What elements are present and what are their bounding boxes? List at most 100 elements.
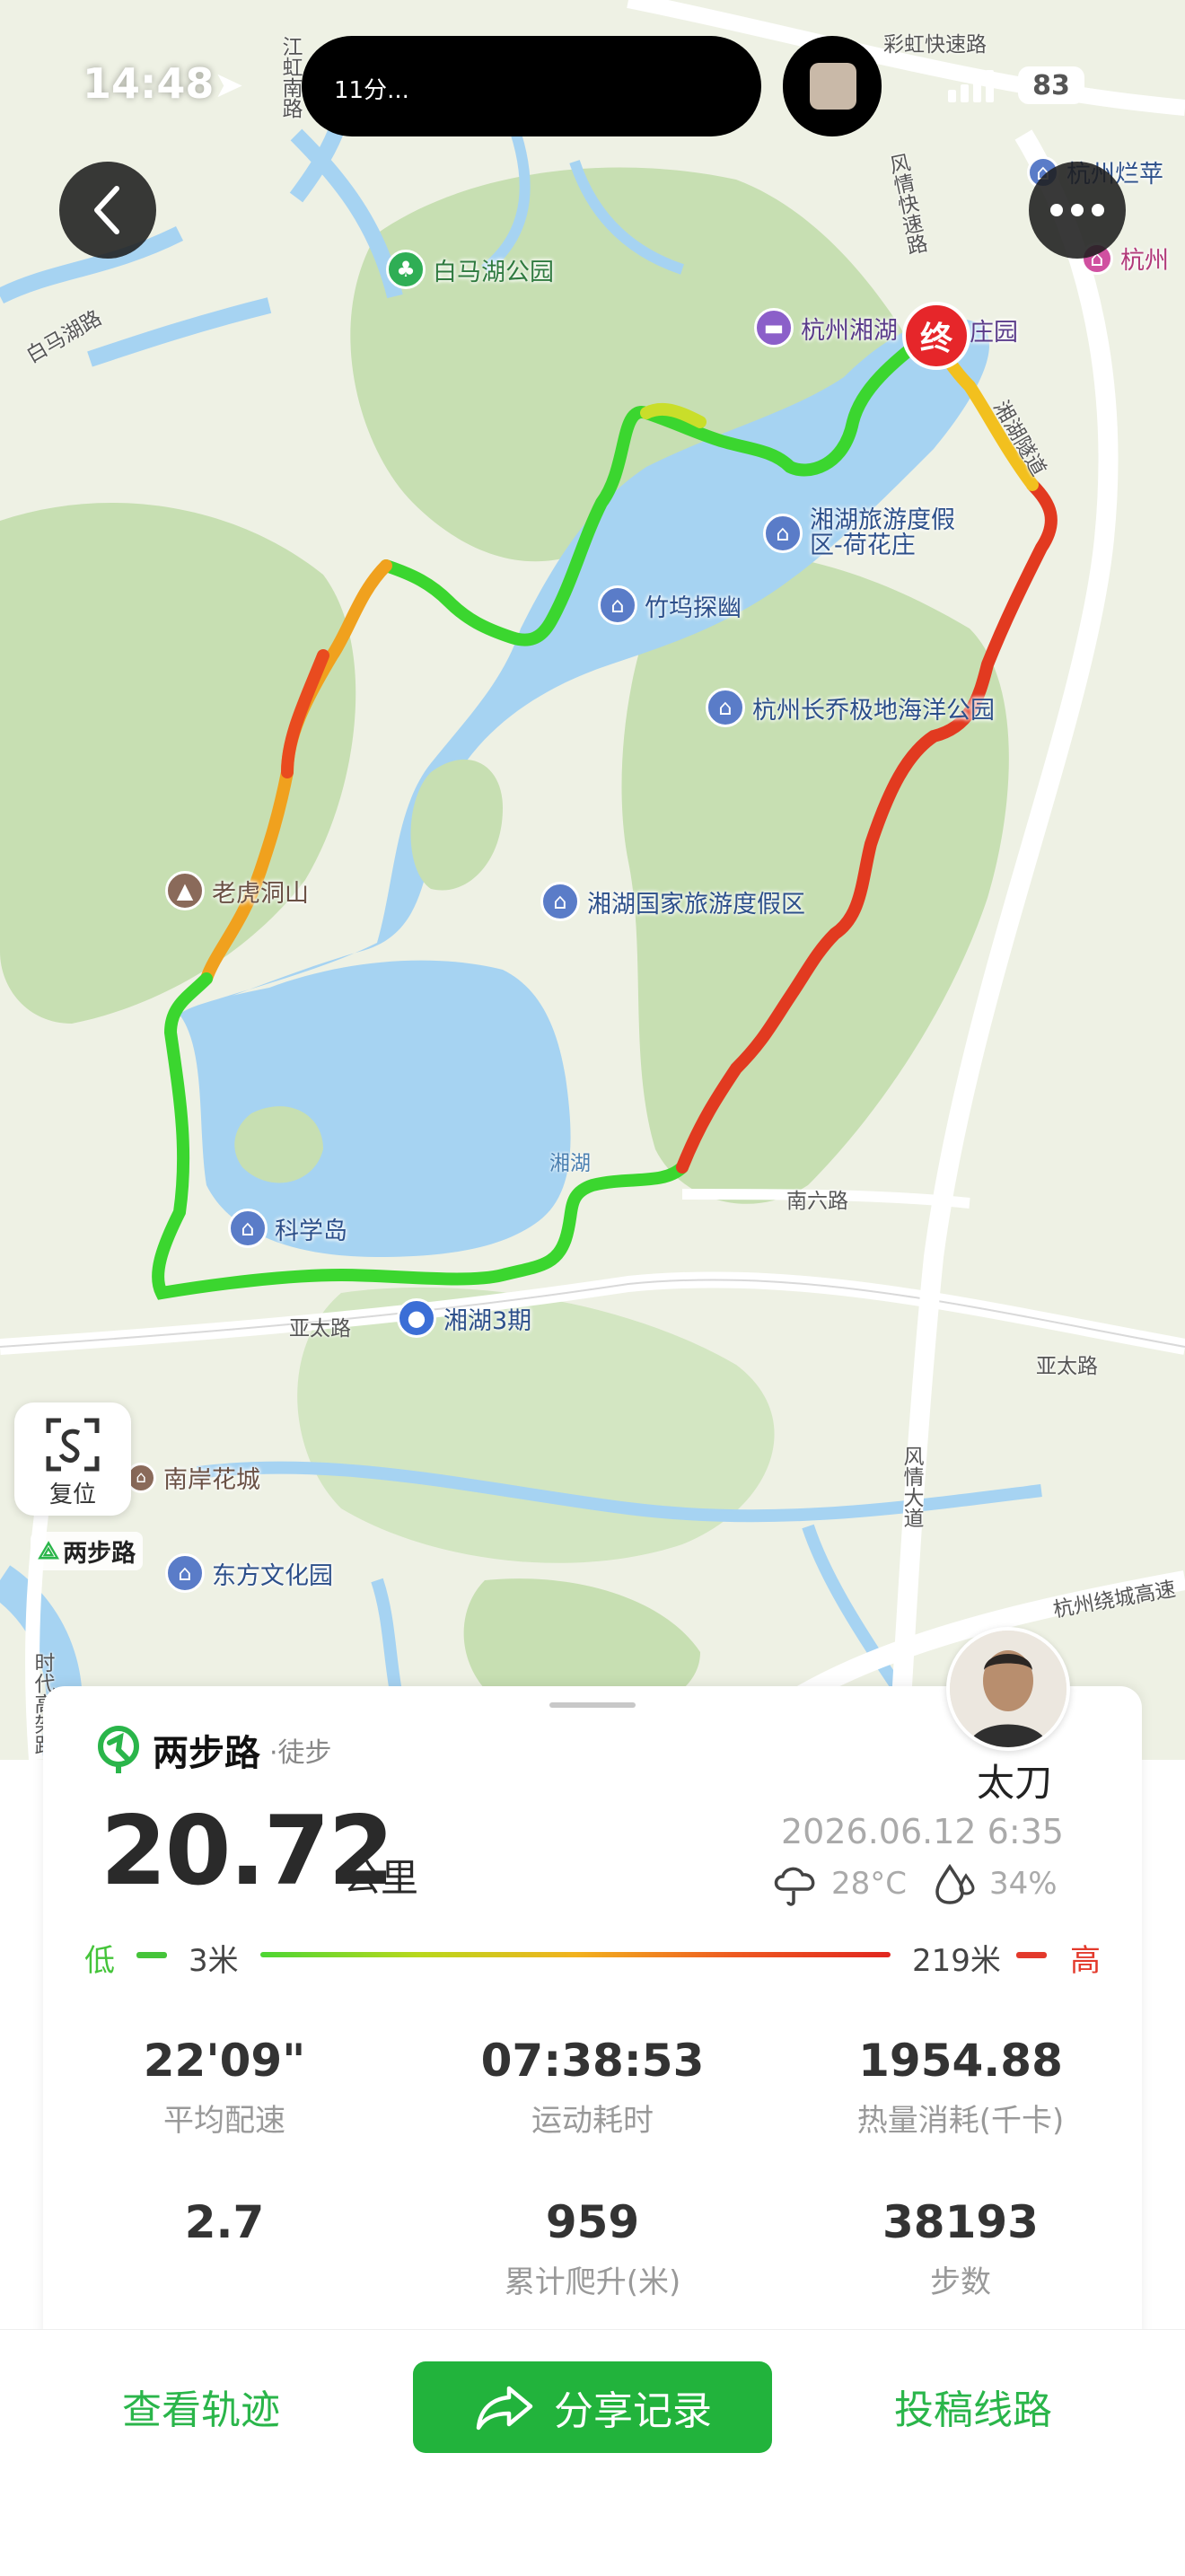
metro-icon: ● <box>397 1298 436 1338</box>
landmark-icon: ⌂ <box>706 688 745 727</box>
location-arrow-icon: ➤ <box>214 65 244 106</box>
poi-zhuwu[interactable]: ⌂ 竹坞探幽 <box>598 585 742 625</box>
park-icon: ♣ <box>386 250 426 289</box>
map-view[interactable]: 终 ♣ 白马湖公园 ▬ 杭州湘湖 庄园 ⌂ 湘湖旅游度假区-荷花庄 ⌂ 竹坞探幽 ⌂ 杭州… <box>0 0 1185 1760</box>
poi-label: 庄园 <box>970 319 1018 347</box>
poi-hotel-right[interactable]: 庄园 <box>970 312 1018 347</box>
stat-ascent: 959 累计爬升(米) <box>449 2196 736 2301</box>
chevron-left-icon <box>94 186 119 234</box>
activity-type: ·徒步 <box>269 1737 332 1769</box>
battery-indicator: 83 <box>1018 66 1084 104</box>
drag-handle[interactable] <box>549 1702 636 1708</box>
poi-baima-park[interactable]: ♣ 白马湖公园 <box>386 250 554 289</box>
stat-value: 1954.88 <box>858 2035 1063 2087</box>
stat-value: 07:38:53 <box>480 2035 705 2087</box>
cloud-rain-icon <box>774 1867 815 1906</box>
poi-label: 杭州湘湖 <box>801 316 898 345</box>
brand-name: 两步路 <box>153 1733 260 1774</box>
stat-value: 959 <box>545 2196 640 2248</box>
stat-steps: 38193 步数 <box>817 2196 1104 2301</box>
poi-hotel-left[interactable]: ▬ 杭州湘湖 <box>754 308 898 347</box>
weather-info: 28°C 34% <box>770 1860 1058 1907</box>
brand-row: 两步路 ·徒步 <box>93 1724 332 1776</box>
road-label: 风情大道 <box>900 1446 923 1528</box>
poi-label: 白马湖公园 <box>433 258 554 286</box>
elevation-gradient-bar <box>260 1952 891 1957</box>
island-text: 11分... <box>334 77 409 104</box>
stat-value: 2.7 <box>184 2196 265 2248</box>
back-button[interactable] <box>59 162 156 259</box>
submit-route-button[interactable]: 投稿线路 <box>894 2378 1052 2435</box>
status-bar: 14:48 ➤ 11分... 83 <box>0 0 1185 136</box>
avatar[interactable] <box>946 1627 1070 1751</box>
legend-min-value: 3米 <box>189 1943 239 1979</box>
poi-label: 科学岛 <box>275 1217 347 1245</box>
humidity-icon <box>935 1863 975 1904</box>
park-south <box>297 1287 775 1563</box>
poi-label: 竹坞探幽 <box>645 593 742 622</box>
poi-xianghu3[interactable]: ● 湘湖3期 <box>397 1298 531 1338</box>
record-datetime: 2026.06.12 6:35 <box>781 1812 1064 1851</box>
dynamic-island[interactable]: 11分... <box>302 36 761 136</box>
legend-max-value: 219米 <box>912 1943 1001 1979</box>
stat-label: 运动耗时 <box>531 2103 654 2139</box>
share-label: 分享记录 <box>554 2388 712 2434</box>
brand-logo-icon <box>98 1726 139 1773</box>
activity-avatar-icon <box>810 63 856 110</box>
more-dots-icon <box>1050 204 1104 216</box>
landmark-icon: ⌂ <box>763 514 803 553</box>
poi-label: 老虎洞山 <box>212 879 309 908</box>
brand-logo-icon: ⟁ <box>38 1536 60 1565</box>
humidity: 34% <box>989 1866 1058 1902</box>
user-name: 太刀 <box>977 1761 1053 1805</box>
stat-label: 热量消耗(千卡) <box>856 2103 1065 2139</box>
signal-icon <box>948 70 994 102</box>
stat-calories: 1954.88 热量消耗(千卡) <box>817 2035 1104 2140</box>
legend-high-label: 高 <box>1070 1943 1101 1979</box>
stat-duration: 07:38:53 运动耗时 <box>449 2035 736 2140</box>
poi-lotus-resort[interactable]: ⌂ 湘湖旅游度假区-荷花庄 <box>763 508 980 558</box>
stat-value: 22'09" <box>143 2035 306 2087</box>
end-marker[interactable]: 终 <box>902 302 970 370</box>
brand-watermark: ⟁ 两步路 <box>31 1532 144 1570</box>
poi-laohudong[interactable]: ▲ 老虎洞山 <box>165 871 309 910</box>
lake-label: 湘湖 <box>549 1152 591 1175</box>
poi-label: 杭州长乔极地海洋公园 <box>752 696 995 725</box>
share-icon <box>476 2386 533 2431</box>
reset-label: 复位 <box>48 1481 96 1508</box>
reset-position-button[interactable]: 复位 <box>14 1402 131 1516</box>
road-label: 南六路 <box>786 1190 848 1213</box>
poi-label: 湘湖旅游度假区-荷花庄 <box>810 506 955 559</box>
landmark-icon: ⌂ <box>598 585 637 625</box>
road-label: 亚太路 <box>289 1317 351 1341</box>
brand-watermark-text: 两步路 <box>63 1540 136 1568</box>
landmark-icon: ⌂ <box>165 1553 205 1593</box>
poi-ocean-park[interactable]: ⌂ 杭州长乔极地海洋公园 <box>706 688 995 727</box>
poi-label: 南岸花城 <box>163 1466 260 1494</box>
stat-label: 累计爬升(米) <box>504 2264 681 2300</box>
poi-resort-national[interactable]: ⌂ 湘湖国家旅游度假区 <box>540 882 805 921</box>
status-time: 14:48 <box>83 59 215 108</box>
poi-science-island[interactable]: ⌂ 科学岛 <box>228 1209 347 1248</box>
view-track-button[interactable]: 查看轨迹 <box>122 2378 280 2435</box>
user-avatar-icon <box>950 1631 1066 1747</box>
island-science <box>234 1106 323 1183</box>
poi-label: 杭州 <box>1120 247 1169 275</box>
more-button[interactable] <box>1029 162 1126 259</box>
dynamic-island-activity[interactable] <box>783 36 882 136</box>
poi-dongfang[interactable]: ⌂ 东方文化园 <box>165 1553 333 1593</box>
poi-nanan[interactable]: ⌂ 南岸花城 <box>126 1460 260 1495</box>
poi-label: 湘湖国家旅游度假区 <box>587 890 805 919</box>
stat-label: 平均配速 <box>163 2103 285 2139</box>
hotel-icon: ▬ <box>754 308 794 347</box>
landmark-icon: ⌂ <box>228 1209 268 1248</box>
stat-extra: 2.7 <box>81 2196 368 2257</box>
poi-label: 东方文化园 <box>212 1561 333 1590</box>
stat-label: 步数 <box>930 2264 991 2300</box>
share-record-button[interactable]: 分享记录 <box>413 2361 772 2453</box>
hill-west <box>0 503 356 1024</box>
road-label: 亚太路 <box>1036 1355 1098 1378</box>
hill-east <box>621 551 1009 1204</box>
elevation-legend: 低 3米 219米 高 <box>84 1936 1101 1979</box>
distance-unit: 公里 <box>343 1856 419 1900</box>
